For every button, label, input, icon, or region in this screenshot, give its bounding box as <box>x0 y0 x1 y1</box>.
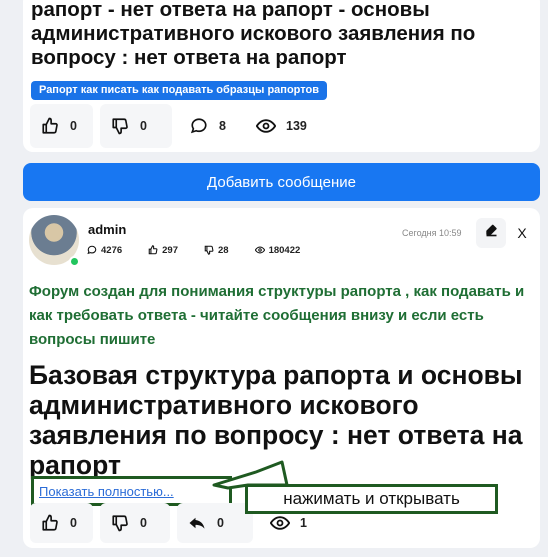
forum-intro-text: Форум создан для понимания структуры рап… <box>29 283 525 348</box>
close-button[interactable]: X <box>507 218 537 248</box>
reply-arrow-icon <box>187 513 207 533</box>
author-name[interactable]: admin <box>88 222 126 237</box>
thumbs-up-icon <box>148 245 158 255</box>
thumbs-down-icon <box>110 513 130 533</box>
dislike-count: 0 <box>140 516 147 530</box>
author-likes: 297 <box>148 243 182 257</box>
author-views-count: 180422 <box>268 244 301 256</box>
previous-post-stats: 0 0 8 139 <box>30 104 336 148</box>
edit-button[interactable] <box>476 218 506 248</box>
like-button[interactable]: 0 <box>30 503 93 543</box>
dislike-button[interactable]: 0 <box>100 503 170 543</box>
comment-count: 8 <box>219 119 226 133</box>
category-tag[interactable]: Рапорт как писать как подавать образцы р… <box>31 81 327 100</box>
eye-icon <box>270 513 290 533</box>
previous-post-card: рапорт - нет ответа на рапорт - основы а… <box>23 0 540 152</box>
thumbs-down-icon <box>110 116 130 136</box>
author-likes-count: 297 <box>162 244 178 256</box>
edit-pencil-icon <box>484 223 499 243</box>
view-count: 1 <box>300 516 307 530</box>
show-more-link[interactable]: Показать полностью... <box>39 484 174 499</box>
post-title: Базовая структура рапорта и основы админ… <box>29 360 523 480</box>
like-button[interactable]: 0 <box>30 104 93 148</box>
view-count: 139 <box>286 119 307 133</box>
like-count: 0 <box>70 516 77 530</box>
comment-bubble-icon <box>189 116 209 136</box>
add-message-button[interactable]: Добавить сообщение <box>23 163 540 201</box>
reply-count: 0 <box>217 516 224 530</box>
dislike-count: 0 <box>140 119 147 133</box>
annotation-label: нажимать и открывать <box>245 484 498 514</box>
thumbs-up-icon <box>40 116 60 136</box>
reply-button[interactable]: 0 <box>177 503 253 543</box>
comments-button[interactable]: 8 <box>179 104 239 148</box>
dislike-button[interactable]: 0 <box>100 104 172 148</box>
thumbs-up-icon <box>40 513 60 533</box>
views-counter: 139 <box>246 104 336 148</box>
eye-icon <box>254 246 265 254</box>
author-dislikes-count: 28 <box>218 244 229 256</box>
thumbs-down-icon <box>204 245 214 255</box>
author-views: 180422 <box>254 243 305 257</box>
previous-post-title[interactable]: рапорт - нет ответа на рапорт - основы а… <box>31 0 536 70</box>
author-messages-count: 4276 <box>101 244 123 256</box>
author-stats: 4276 297 28 180422 <box>87 243 304 257</box>
eye-icon <box>256 116 276 136</box>
show-more-highlight: Показать полностью... <box>31 476 232 506</box>
author-dislikes: 28 <box>204 243 233 257</box>
online-status-dot <box>69 256 80 267</box>
comment-bubble-icon <box>87 245 97 255</box>
like-count: 0 <box>70 119 77 133</box>
author-messages: 4276 <box>87 243 126 257</box>
post-timestamp: Сегодня 10:59 <box>402 228 462 238</box>
